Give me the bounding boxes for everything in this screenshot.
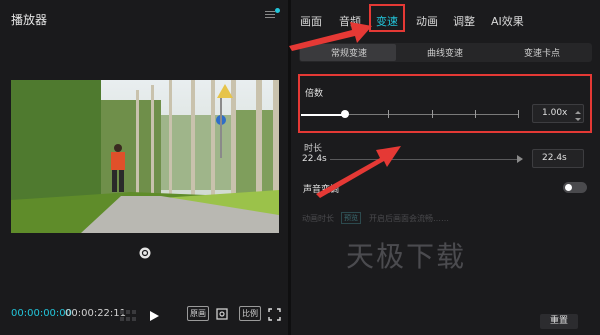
video-preview[interactable] <box>11 80 279 233</box>
arrow-right-icon <box>517 155 523 163</box>
notification-dot <box>275 8 280 13</box>
tab-audio[interactable]: 音频 <box>339 13 361 29</box>
duration-original: 22.4s <box>302 154 327 164</box>
player-title: 播放器 <box>11 13 48 27</box>
subtab-normal-speed[interactable]: 常规变速 <box>331 46 367 59</box>
multiplier-label: 倍数 <box>305 89 324 99</box>
subtab-curve-speed[interactable]: 曲线变速 <box>427 46 463 59</box>
speed-slider-fill <box>301 114 345 116</box>
faded-option-hint: 开启后画面会流畅…… <box>369 214 449 223</box>
slider-tick <box>518 110 519 118</box>
total-timecode: 00:00:22:11 <box>65 308 127 319</box>
slider-tick <box>475 110 476 118</box>
refresh-icon[interactable] <box>139 244 151 259</box>
original-quality-button[interactable]: 原画 <box>187 306 209 321</box>
duration-label: 时长 <box>304 144 323 154</box>
grid-icon[interactable] <box>120 307 136 321</box>
ratio-button[interactable]: 比例 <box>239 306 261 321</box>
speed-slider-handle[interactable] <box>341 110 349 118</box>
crop-icon[interactable] <box>215 306 229 320</box>
duration-input[interactable]: 22.4s <box>532 149 584 168</box>
play-icon[interactable] <box>148 307 160 321</box>
pitch-label: 声音变调 <box>303 185 340 195</box>
tab-picture[interactable]: 画面 <box>300 13 322 29</box>
current-timecode: 00:00:00:00 <box>11 308 73 319</box>
watermark: 天极下载 <box>346 240 467 273</box>
annotation-highlight-tab <box>369 4 405 32</box>
tab-ai-effects[interactable]: AI效果 <box>491 13 524 29</box>
slider-tick <box>432 110 433 118</box>
slider-tick <box>388 110 389 118</box>
tab-animation[interactable]: 动画 <box>416 13 438 29</box>
spin-icon[interactable] <box>575 107 581 121</box>
reset-button[interactable]: 重置 <box>540 314 578 329</box>
fullscreen-icon[interactable] <box>268 306 281 321</box>
faded-option-label: 动画时长 <box>302 214 334 223</box>
tab-adjust[interactable]: 调整 <box>453 13 475 29</box>
pitch-toggle-knob <box>565 184 572 191</box>
faded-badge: 预览 <box>341 212 361 224</box>
duration-arrow <box>330 159 522 160</box>
subtab-beat-speed[interactable]: 变速卡点 <box>524 46 560 59</box>
menu-icon[interactable] <box>265 9 275 19</box>
